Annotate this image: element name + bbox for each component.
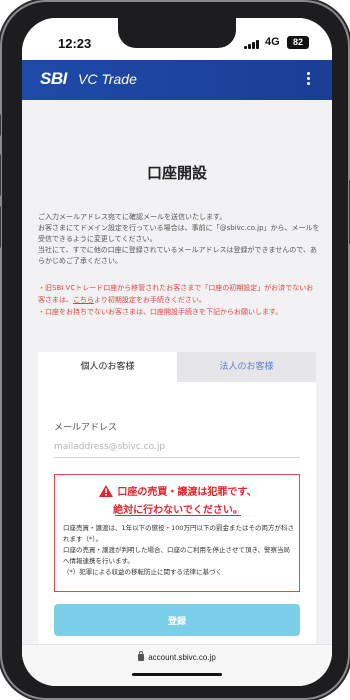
page-title: 口座開設 — [146, 164, 207, 182]
warning-heading: 口座の売買・譲渡は犯罪です、 — [55, 483, 301, 498]
more-vert-icon[interactable] — [305, 71, 311, 89]
battery-icon: 82 — [287, 36, 309, 49]
notice-migration-text-tail: より初期設定をお手続きください。 — [94, 296, 206, 304]
silent-switch — [0, 114, 1, 136]
warning-body-line: 口座の売買・譲渡が判明した場合、口座のご利用を停止させて頂き、警察当局へ情報連携… — [63, 546, 291, 565]
signup-form: メールアドレス 口座の売買・譲渡は犯罪です、 絶対に行わないでください。 口座売… — [38, 382, 316, 682]
phone-frame: 12:23 4G 82 SBI VC Trade 口座開設 ご入力メールアドレス… — [0, 2, 350, 698]
notice-new-account: ・口座をお持ちでないお客さまは、口座開設手続きを下記からお願いします。 — [38, 308, 283, 316]
volume-up-button — [0, 154, 1, 196]
status-bar: 12:23 4G 82 — [22, 18, 332, 60]
intro-text: ご入力メールアドレス宛てに確認メールを送信いたします。 お客さまにてドメイン設定… — [38, 212, 320, 267]
intro-line: 当社にて、すでに他の口座に登録されているメールアドレスは登録ができませんので、あ… — [38, 246, 318, 265]
tab-individual[interactable]: 個人のお客様 — [38, 352, 177, 382]
warning-underline — [115, 515, 241, 516]
network-label: 4G — [265, 36, 280, 48]
screen: 12:23 4G 82 SBI VC Trade 口座開設 ご入力メールアドレス… — [22, 18, 332, 686]
app-header: SBI VC Trade — [22, 60, 332, 100]
url-display[interactable]: account.sbivc.co.jp — [22, 651, 332, 662]
notice-migration: ・旧SBI VCトレード口座から移管されたお客さまで「口座の初期設定」がお済でな… — [38, 282, 320, 306]
sbi-logo[interactable]: SBI — [40, 69, 67, 89]
warning-body-line: （*）犯罪による収益の移転防止に関する法律に基づく — [63, 568, 223, 576]
email-field[interactable] — [54, 436, 300, 458]
initial-setup-link[interactable]: こちら — [73, 296, 94, 304]
notch — [118, 18, 236, 48]
notice-text: ・旧SBI VCトレード口座から移管されたお客さまで「口座の初期設定」がお済でな… — [38, 282, 320, 318]
intro-line: お客さまにてドメイン設定を行っている場合は、事前に「@sbivc.co.jp」か… — [38, 224, 320, 243]
warning-body-line: 口座売買・譲渡は、1年以下の懲役・100万円以下の罰金またはその両方が科されます… — [63, 524, 295, 543]
tab-corporate[interactable]: 法人のお客様 — [177, 352, 316, 382]
lock-icon — [138, 651, 145, 661]
warning-body: 口座売買・譲渡は、1年以下の懲役・100万円以下の罰金またはその両方が科されます… — [63, 523, 295, 578]
warning-subheading: 絶対に行わないでください。 — [113, 505, 243, 516]
warning-box: 口座の売買・譲渡は犯罪です、 絶対に行わないでください。 口座売買・譲渡は、1年… — [54, 474, 300, 592]
warning-triangle-icon — [99, 485, 114, 497]
register-button[interactable]: 登録 — [54, 604, 300, 636]
volume-down-button — [0, 206, 1, 248]
status-time: 12:23 — [58, 36, 92, 51]
home-indicator[interactable] — [132, 673, 222, 676]
browser-url-bar[interactable]: account.sbivc.co.jp — [22, 644, 332, 686]
customer-type-tabs: 個人のお客様 法人のお客様 — [38, 352, 316, 382]
vc-trade-logo[interactable]: VC Trade — [78, 71, 137, 87]
main-content: 口座開設 ご入力メールアドレス宛てに確認メールを送信いたします。 お客さまにてド… — [22, 100, 332, 682]
signal-icon — [244, 39, 264, 49]
email-label: メールアドレス — [54, 423, 118, 433]
warning-heading-text: 口座の売買・譲渡は犯罪です、 — [117, 487, 257, 498]
url-text: account.sbivc.co.jp — [148, 653, 216, 662]
intro-line: ご入力メールアドレス宛てに確認メールを送信いたします。 — [38, 213, 227, 221]
